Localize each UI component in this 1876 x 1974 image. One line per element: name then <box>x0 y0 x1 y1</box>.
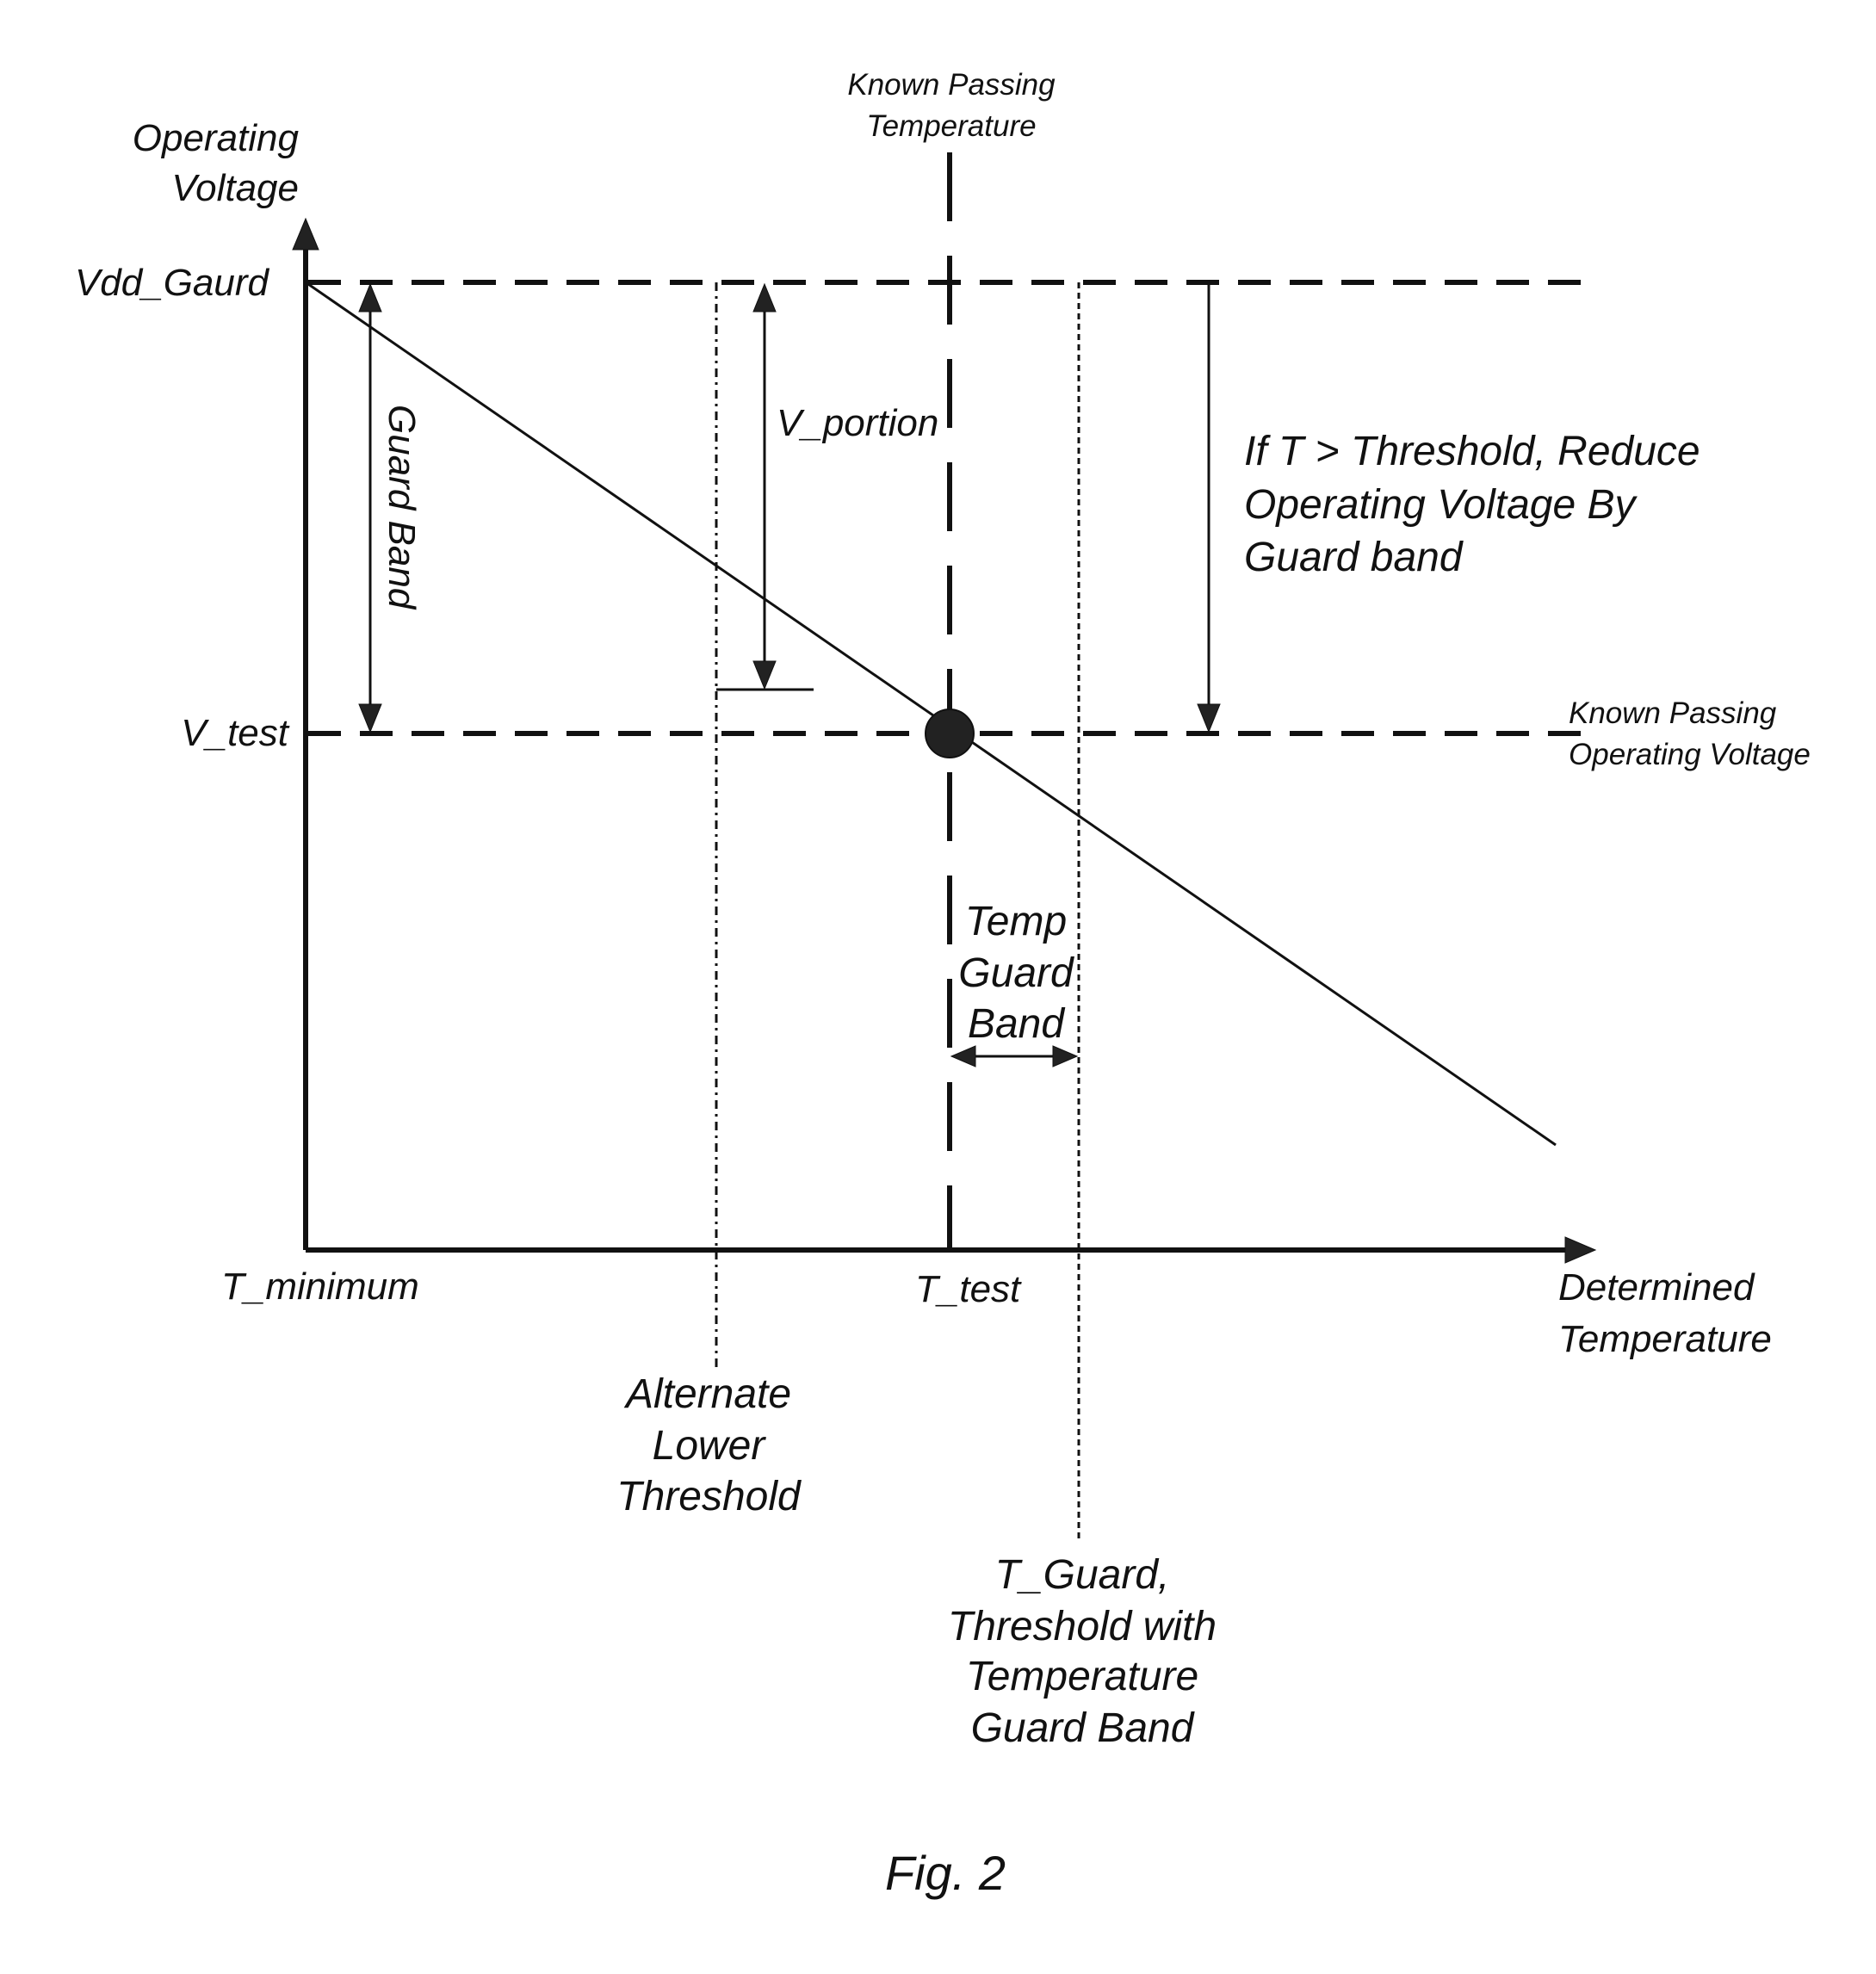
y-axis-label-line1: Operating <box>133 117 300 159</box>
known-passing-voltage-label-line2: Operating Voltage <box>1569 738 1811 771</box>
known-passing-temperature-label-line1: Known Passing <box>847 68 1056 102</box>
alternate-lower-threshold-line3: Threshold <box>616 1474 802 1519</box>
reduce-rule-line2: Operating Voltage By <box>1244 482 1638 528</box>
alternate-lower-threshold-line1: Alternate <box>623 1371 791 1417</box>
t-minimum-label: T_minimum <box>221 1265 419 1308</box>
known-passing-temperature-label-line2: Temperature <box>866 109 1036 143</box>
t-guard-label-line2: Threshold with <box>948 1604 1217 1649</box>
temp-guard-band-line1: Temp <box>965 899 1067 944</box>
figure-caption: Fig. 2 <box>885 1846 1006 1900</box>
v-portion-arrow <box>716 282 814 691</box>
known-passing-point <box>925 709 975 758</box>
reduce-voltage-arrow <box>1197 282 1221 733</box>
vdd-guard-label: Vdd_Gaurd <box>75 262 270 304</box>
y-axis-arrowhead <box>292 217 319 251</box>
v-test-label: V_test <box>181 712 290 754</box>
reduce-rule-line1: If T > Threshold, Reduce <box>1244 429 1700 474</box>
voltage-temperature-diagram: Operating Voltage Vdd_Gaurd V_test T_min… <box>75 68 1811 1900</box>
v-portion-label: V_portion <box>777 402 938 444</box>
x-axis-label-line1: Determined <box>1558 1266 1755 1309</box>
temp-guard-band-line3: Band <box>968 1001 1065 1047</box>
t-test-label: T_test <box>915 1268 1022 1310</box>
x-axis-label-line2: Temperature <box>1558 1318 1772 1360</box>
alternate-lower-threshold-line2: Lower <box>653 1423 767 1469</box>
temp-guard-band-line2: Guard <box>958 950 1074 996</box>
guard-band-label: Guard Band <box>381 405 423 610</box>
t-guard-label-line1: T_Guard, <box>995 1552 1170 1598</box>
known-passing-voltage-label-line1: Known Passing <box>1569 696 1777 730</box>
x-axis-arrowhead <box>1564 1236 1597 1264</box>
reduce-rule-line3: Guard band <box>1244 535 1464 580</box>
temp-guard-band-arrow <box>950 1045 1079 1067</box>
t-guard-label-line4: Guard Band <box>971 1705 1195 1751</box>
y-axis-label-line2: Voltage <box>171 167 299 209</box>
t-guard-label-line3: Temperature <box>966 1654 1198 1699</box>
guard-band-arrow <box>358 282 382 733</box>
